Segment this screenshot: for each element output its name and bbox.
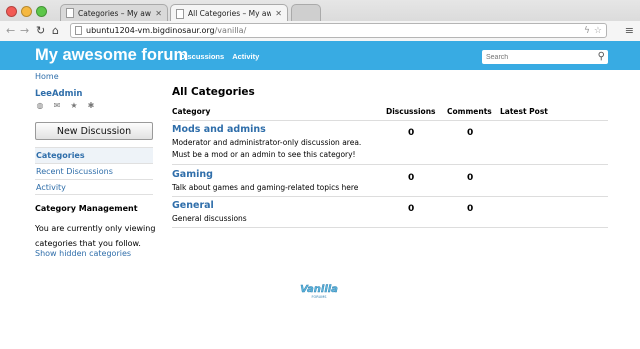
logo-subtext: FORUMS bbox=[311, 295, 327, 299]
browser-toolbar: ← → ↻ ⌂ ubuntu1204-vm.bigdinosaur.org/va… bbox=[0, 21, 640, 41]
page-icon bbox=[75, 26, 82, 35]
bookmark-star-icon[interactable]: ☆ bbox=[594, 26, 602, 36]
sidebar-item-categories[interactable]: Categories bbox=[35, 147, 153, 163]
window-controls bbox=[6, 6, 47, 17]
mail-icon[interactable]: ✉ bbox=[52, 100, 62, 110]
browser-chrome: Categories – My awesome fo ✕ All Categor… bbox=[0, 0, 640, 41]
category-description: Moderator and administrator-only discuss… bbox=[172, 138, 362, 159]
sidebar-item-activity[interactable]: Activity bbox=[35, 179, 153, 195]
breadcrumb[interactable]: Home bbox=[35, 72, 59, 81]
zoom-window-button[interactable] bbox=[36, 6, 47, 17]
gear-icon[interactable]: ✱ bbox=[86, 100, 96, 110]
category-link[interactable]: Gaming bbox=[172, 169, 608, 180]
page-icon bbox=[66, 8, 74, 18]
search-input[interactable] bbox=[486, 53, 586, 61]
category-management-text: You are currently only viewing categorie… bbox=[35, 224, 156, 248]
forward-icon[interactable]: → bbox=[20, 24, 29, 38]
category-row: Mods and admins Moderator and administra… bbox=[172, 124, 608, 165]
logo-text: Vanilla bbox=[300, 284, 338, 295]
reload-icon[interactable]: ↻ bbox=[36, 24, 45, 38]
page-icon bbox=[176, 8, 184, 19]
category-management-heading: Category Management bbox=[35, 204, 138, 213]
column-header-latest-post: Latest Post bbox=[500, 107, 548, 116]
discussion-count: 0 bbox=[408, 204, 415, 214]
sidebar-item-recent-discussions[interactable]: Recent Discussions bbox=[35, 163, 153, 179]
star-icon[interactable]: ★ bbox=[69, 100, 79, 110]
url-text: ubuntu1204-vm.bigdinosaur.org/vanilla/ bbox=[86, 26, 247, 35]
home-icon[interactable]: ⌂ bbox=[52, 24, 59, 38]
vanilla-forums-logo[interactable]: Vanilla FORUMS bbox=[298, 281, 340, 299]
comment-count: 0 bbox=[467, 128, 474, 138]
user-icons: ◍ ✉ ★ ✱ bbox=[35, 100, 96, 110]
page-title: All Categories bbox=[172, 86, 255, 98]
globe-icon[interactable]: ◍ bbox=[35, 100, 45, 110]
search-box[interactable]: ⚲ bbox=[482, 50, 608, 64]
nav-discussions[interactable]: Discussions bbox=[180, 52, 224, 61]
new-tab-button[interactable] bbox=[291, 4, 321, 21]
site-title[interactable]: My awesome forum bbox=[35, 46, 188, 65]
lightning-icon[interactable]: ϟ bbox=[584, 26, 590, 36]
show-hidden-categories-link[interactable]: Show hidden categories bbox=[35, 249, 131, 258]
discussion-count: 0 bbox=[408, 128, 415, 138]
search-icon[interactable]: ⚲ bbox=[598, 51, 605, 62]
category-row: General General discussions 0 0 bbox=[172, 200, 608, 228]
close-tab-icon[interactable]: ✕ bbox=[275, 9, 282, 18]
top-nav: Discussions Activity bbox=[180, 52, 259, 61]
nav-activity[interactable]: Activity bbox=[232, 52, 259, 61]
column-header-comments: Comments bbox=[447, 107, 492, 116]
header-divider bbox=[172, 120, 608, 121]
username-link[interactable]: LeeAdmin bbox=[35, 89, 82, 99]
category-link[interactable]: Mods and admins bbox=[172, 124, 608, 135]
comment-count: 0 bbox=[467, 173, 474, 183]
category-row: Gaming Talk about games and gaming-relat… bbox=[172, 169, 608, 197]
close-tab-icon[interactable]: ✕ bbox=[155, 9, 162, 18]
column-header-category: Category bbox=[172, 107, 211, 116]
tab-title: All Categories – My awesom bbox=[188, 9, 272, 18]
new-discussion-button[interactable]: New Discussion bbox=[35, 122, 153, 140]
column-header-discussions: Discussions bbox=[386, 107, 436, 116]
back-icon[interactable]: ← bbox=[6, 24, 15, 38]
category-description: General discussions bbox=[172, 214, 247, 223]
tab-title: Categories – My awesome fo bbox=[78, 8, 151, 18]
category-link[interactable]: General bbox=[172, 200, 608, 211]
address-bar[interactable]: ubuntu1204-vm.bigdinosaur.org/vanilla/ ϟ… bbox=[70, 23, 607, 38]
browser-tab-1[interactable]: Categories – My awesome fo ✕ bbox=[60, 4, 168, 21]
close-window-button[interactable] bbox=[6, 6, 17, 17]
discussion-count: 0 bbox=[408, 173, 415, 183]
comment-count: 0 bbox=[467, 204, 474, 214]
wrench-icon[interactable]: ≡ bbox=[625, 24, 634, 37]
category-description: Talk about games and gaming-related topi… bbox=[172, 183, 359, 192]
browser-tab-2[interactable]: All Categories – My awesom ✕ bbox=[170, 4, 288, 22]
minimize-window-button[interactable] bbox=[21, 6, 32, 17]
side-nav: Categories Recent Discussions Activity bbox=[35, 147, 153, 195]
